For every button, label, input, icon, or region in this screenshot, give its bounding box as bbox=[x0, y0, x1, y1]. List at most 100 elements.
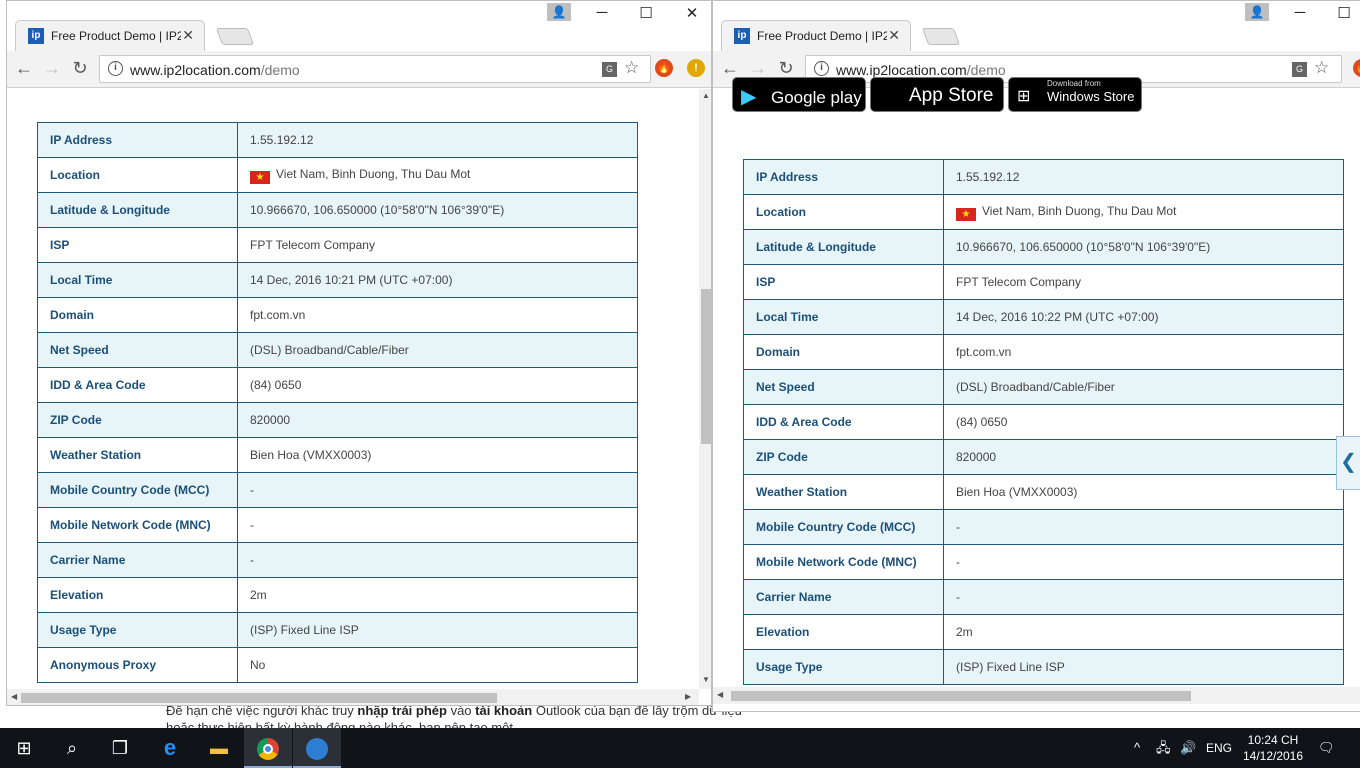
user-profile-icon[interactable]: 👤 bbox=[1245, 3, 1269, 21]
field-value: fpt.com.vn bbox=[943, 334, 1344, 370]
tab-close-icon[interactable]: ✕ bbox=[888, 27, 900, 44]
location-text: Viet Nam, Binh Duong, Thu Dau Mot bbox=[276, 166, 471, 181]
table-row: Elevation 2m bbox=[37, 577, 638, 613]
tab-close-icon[interactable]: ✕ bbox=[182, 27, 194, 44]
scroll-right-arrow-icon[interactable]: ▶ bbox=[685, 692, 691, 701]
forward-arrow-icon[interactable]: → bbox=[41, 58, 63, 79]
horizontal-scroll-thumb[interactable] bbox=[731, 691, 1191, 701]
browser-tab[interactable]: ip Free Product Demo | IP2L ✕ bbox=[721, 20, 911, 51]
translate-icon[interactable]: G bbox=[1292, 62, 1307, 77]
table-row: Local Time 14 Dec, 2016 10:22 PM (UTC +07… bbox=[743, 299, 1344, 335]
field-label: Domain bbox=[743, 334, 944, 370]
table-row: Usage Type (ISP) Fixed Line ISP bbox=[37, 612, 638, 648]
table-row: ZIP Code 820000 bbox=[743, 439, 1344, 475]
field-value: FPT Telecom Company bbox=[943, 264, 1344, 300]
horizontal-scrollbar[interactable]: ◀ bbox=[713, 687, 1360, 704]
reload-icon[interactable]: ↻ bbox=[775, 58, 797, 79]
vietnam-flag-icon: ★ bbox=[250, 170, 270, 184]
extension-flame-icon[interactable]: 🔥 bbox=[655, 59, 673, 77]
search-icon[interactable]: ⌕ bbox=[48, 728, 96, 768]
site-info-icon[interactable]: i bbox=[814, 61, 829, 76]
scroll-left-arrow-icon[interactable]: ◀ bbox=[11, 692, 17, 701]
url-text: www.ip2location.com/demo bbox=[130, 62, 300, 78]
extension-alert-icon[interactable]: ! bbox=[687, 59, 705, 77]
field-value: ★ Viet Nam, Binh Duong, Thu Dau Mot bbox=[237, 157, 638, 193]
table-row: Weather Station Bien Hoa (VMXX0003) bbox=[37, 437, 638, 473]
action-center-icon[interactable]: 🗨 bbox=[1318, 728, 1335, 768]
ip2location-favicon-icon: ip bbox=[28, 28, 44, 44]
field-value: Bien Hoa (VMXX0003) bbox=[943, 474, 1344, 510]
extension-flame-icon[interactable]: 🔥 bbox=[1353, 59, 1360, 77]
clock[interactable]: 10:24 CH 14/12/2016 bbox=[1238, 732, 1308, 764]
back-arrow-icon[interactable]: ← bbox=[719, 58, 741, 79]
scroll-thumb[interactable] bbox=[701, 289, 711, 444]
table-row: Mobile Country Code (MCC) - bbox=[37, 472, 638, 508]
scroll-down-arrow-icon[interactable]: ▼ bbox=[699, 675, 711, 684]
file-explorer-icon[interactable]: ▬ bbox=[195, 728, 243, 768]
address-bar[interactable]: i www.ip2location.com/demo G ☆ bbox=[99, 55, 651, 83]
task-view-icon[interactable]: ❐ bbox=[96, 728, 144, 768]
table-row: Net Speed (DSL) Broadband/Cable/Fiber bbox=[37, 332, 638, 368]
scroll-left-arrow-icon[interactable]: ◀ bbox=[717, 690, 723, 699]
reload-icon[interactable]: ↻ bbox=[69, 58, 91, 79]
table-row: Usage Type (ISP) Fixed Line ISP bbox=[743, 649, 1344, 685]
minimize-icon[interactable]: ─ bbox=[1285, 4, 1315, 21]
minimize-icon[interactable]: ─ bbox=[587, 4, 617, 21]
user-profile-icon[interactable]: 👤 bbox=[547, 3, 571, 21]
table-row: Mobile Network Code (MNC) - bbox=[37, 507, 638, 543]
back-arrow-icon[interactable]: ← bbox=[13, 58, 35, 79]
network-icon[interactable]: 🖧 bbox=[1156, 728, 1171, 768]
horizontal-scroll-thumb[interactable] bbox=[21, 693, 497, 703]
vertical-scrollbar[interactable]: ▲ ▼ bbox=[699, 89, 711, 689]
field-label: Weather Station bbox=[743, 474, 944, 510]
field-value: 2m bbox=[237, 577, 638, 613]
close-window-icon[interactable]: ✕ bbox=[677, 4, 707, 22]
scroll-up-arrow-icon[interactable]: ▲ bbox=[699, 91, 711, 100]
field-value: FPT Telecom Company bbox=[237, 227, 638, 263]
horizontal-scrollbar[interactable]: ◀ ▶ bbox=[7, 689, 699, 705]
badge-small-label: Download from bbox=[1047, 79, 1101, 88]
google-play-badge[interactable]: ▶ Google play bbox=[732, 77, 866, 112]
browser-window-left: ip Free Product Demo | IP2L ✕ 👤 ─ ☐ ✕ ← … bbox=[6, 0, 712, 706]
chrome-icon[interactable] bbox=[244, 728, 292, 768]
table-row: Carrier Name - bbox=[743, 579, 1344, 615]
maximize-icon[interactable]: ☐ bbox=[1329, 4, 1359, 22]
maximize-icon[interactable]: ☐ bbox=[631, 4, 661, 22]
field-value: (ISP) Fixed Line ISP bbox=[943, 649, 1344, 685]
bookmark-star-icon[interactable]: ☆ bbox=[624, 58, 639, 78]
browser-tab[interactable]: ip Free Product Demo | IP2L ✕ bbox=[15, 20, 205, 51]
field-label: IDD & Area Code bbox=[743, 404, 944, 440]
field-label: Mobile Network Code (MNC) bbox=[37, 507, 238, 543]
play-store-icon: ▶ bbox=[741, 86, 757, 108]
table-row: Latitude & Longitude 10.966670, 106.65000… bbox=[743, 229, 1344, 265]
clock-time: 10:24 CH bbox=[1247, 733, 1299, 747]
windows-store-badge[interactable]: ⊞ Download from Windows Store bbox=[1008, 77, 1142, 112]
field-value: 2m bbox=[943, 614, 1344, 650]
forward-arrow-icon[interactable]: → bbox=[747, 58, 769, 79]
field-label: Domain bbox=[37, 297, 238, 333]
site-info-icon[interactable]: i bbox=[108, 61, 123, 76]
field-label: Net Speed bbox=[37, 332, 238, 368]
field-label: ZIP Code bbox=[743, 439, 944, 475]
new-tab-button[interactable] bbox=[215, 28, 255, 45]
field-label: Local Time bbox=[743, 299, 944, 335]
url-text: www.ip2location.com/demo bbox=[836, 62, 1006, 78]
app-store-badge[interactable]: App Store bbox=[870, 77, 1004, 112]
remote-app-icon[interactable] bbox=[293, 728, 341, 768]
new-tab-button[interactable] bbox=[921, 28, 961, 45]
bookmark-star-icon[interactable]: ☆ bbox=[1314, 58, 1329, 78]
start-icon[interactable]: ⊞ bbox=[0, 728, 48, 768]
table-row: Net Speed (DSL) Broadband/Cable/Fiber bbox=[743, 369, 1344, 405]
volume-icon[interactable]: 🔊 bbox=[1180, 728, 1196, 768]
edge-icon[interactable]: e bbox=[146, 728, 194, 768]
side-panel-toggle[interactable]: ❮ bbox=[1336, 436, 1360, 490]
language-indicator[interactable]: ENG bbox=[1206, 728, 1232, 768]
location-text: Viet Nam, Binh Duong, Thu Dau Mot bbox=[982, 203, 1177, 218]
translate-icon[interactable]: G bbox=[602, 62, 617, 77]
field-label: Weather Station bbox=[37, 437, 238, 473]
field-label: Carrier Name bbox=[37, 542, 238, 578]
vietnam-flag-icon: ★ bbox=[956, 207, 976, 221]
field-value: 14 Dec, 2016 10:22 PM (UTC +07:00) bbox=[943, 299, 1344, 335]
show-hidden-icons-icon[interactable]: ^ bbox=[1134, 728, 1140, 768]
windows-icon: ⊞ bbox=[1017, 88, 1031, 105]
